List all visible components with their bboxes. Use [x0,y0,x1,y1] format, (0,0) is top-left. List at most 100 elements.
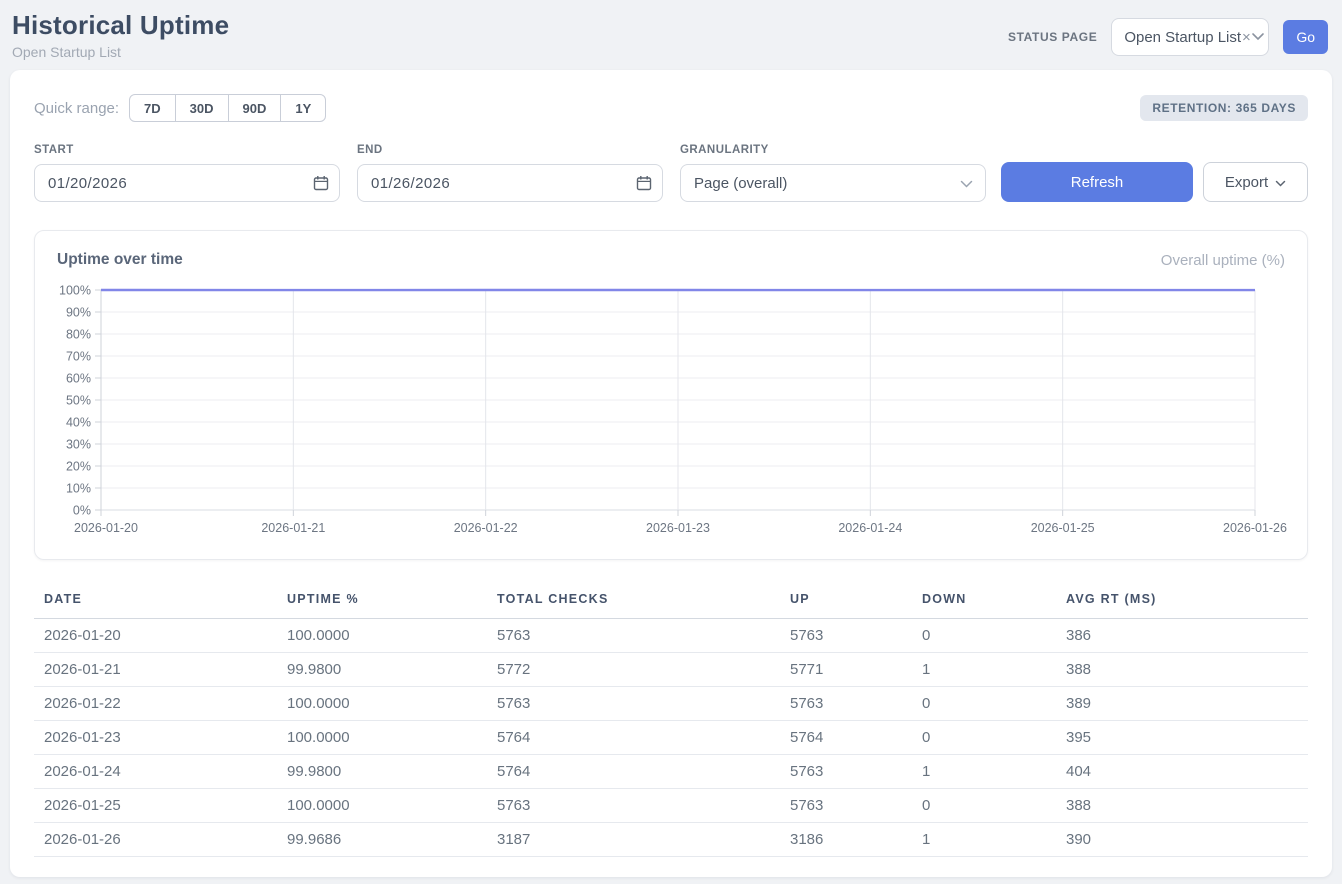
svg-text:50%: 50% [66,394,91,408]
svg-text:80%: 80% [66,328,91,342]
table-cell: 404 [1056,755,1308,789]
svg-text:2026-01-22: 2026-01-22 [454,521,518,535]
svg-text:30%: 30% [66,438,91,452]
table-cell: 390 [1056,823,1308,857]
svg-text:2026-01-20: 2026-01-20 [74,521,138,535]
table-cell: 0 [912,619,1056,653]
quick-range-7d-button[interactable]: 7D [129,94,176,122]
header-titles: Historical Uptime Open Startup List [12,10,229,60]
refresh-button[interactable]: Refresh [1001,162,1193,202]
table-cell: 0 [912,789,1056,823]
chart-legend: Overall uptime (%) [1161,252,1285,269]
table-row: 2026-01-22100.0000576357630389 [34,687,1308,721]
table-cell: 388 [1056,789,1308,823]
table-cell: 100.0000 [277,687,487,721]
table-cell: 5764 [780,721,912,755]
table-cell: 2026-01-23 [34,721,277,755]
start-date-field: START [34,144,340,202]
quick-range-row: Quick range: 7D 30D 90D 1Y RETENTION: 36… [34,94,1308,122]
svg-text:40%: 40% [66,416,91,430]
end-date-label: END [357,144,663,156]
table-cell: 99.9686 [277,823,487,857]
table-cell: 2026-01-21 [34,653,277,687]
table-cell: 5763 [487,619,780,653]
table-cell: 100.0000 [277,789,487,823]
start-date-label: START [34,144,340,156]
svg-text:100%: 100% [59,284,91,298]
table-cell: 2026-01-26 [34,823,277,857]
table-cell: 1 [912,653,1056,687]
table-row: 2026-01-2499.9800576457631404 [34,755,1308,789]
table-cell: 5763 [780,619,912,653]
quick-range-group: Quick range: 7D 30D 90D 1Y [34,94,326,122]
table-cell: 5772 [487,653,780,687]
table-cell: 2026-01-24 [34,755,277,789]
status-page-select[interactable]: Open Startup List × [1111,18,1269,56]
table-row: 2026-01-23100.0000576457640395 [34,721,1308,755]
quick-range-1y-button[interactable]: 1Y [280,94,326,122]
chevron-down-icon [960,175,973,192]
table-cell: 395 [1056,721,1308,755]
granularity-selected-value: Page (overall) [694,175,787,192]
table-cell: 100.0000 [277,721,487,755]
table-cell: 99.9800 [277,755,487,789]
quick-range-90d-button[interactable]: 90D [228,94,282,122]
table-cell: 5763 [487,789,780,823]
go-button[interactable]: Go [1283,20,1328,54]
start-date-input[interactable] [34,164,340,202]
svg-text:2026-01-21: 2026-01-21 [261,521,325,535]
clear-icon[interactable]: × [1242,29,1251,46]
uptime-table-body: 2026-01-20100.00005763576303862026-01-21… [34,619,1308,857]
status-page-controls: STATUS PAGE Open Startup List × Go [1008,18,1328,56]
svg-text:70%: 70% [66,350,91,364]
svg-text:2026-01-26: 2026-01-26 [1223,521,1287,535]
granularity-select[interactable]: Page (overall) [680,164,986,202]
page-header: Historical Uptime Open Startup List STAT… [0,0,1342,60]
table-cell: 0 [912,721,1056,755]
table-cell: 388 [1056,653,1308,687]
table-row: 2026-01-2699.9686318731861390 [34,823,1308,857]
column-header-total-checks: TOTAL CHECKS [487,584,780,619]
chevron-down-icon [1275,174,1286,191]
main-panel: Quick range: 7D 30D 90D 1Y RETENTION: 36… [10,70,1332,877]
table-cell: 389 [1056,687,1308,721]
column-header-avg-rt: AVG RT (MS) [1056,584,1308,619]
page-subtitle: Open Startup List [12,44,229,60]
table-cell: 2026-01-25 [34,789,277,823]
granularity-field: GRANULARITY Page (overall) [680,144,986,202]
svg-text:2026-01-23: 2026-01-23 [646,521,710,535]
chevron-down-icon [1251,28,1265,46]
calendar-icon[interactable] [313,175,329,196]
svg-text:0%: 0% [73,504,91,518]
column-header-uptime: UPTIME % [277,584,487,619]
table-cell: 1 [912,755,1056,789]
svg-text:2026-01-25: 2026-01-25 [1031,521,1095,535]
uptime-chart: 0%10%20%30%40%50%60%70%80%90%100%2026-01… [57,279,1287,543]
column-header-up: UP [780,584,912,619]
table-cell: 99.9800 [277,653,487,687]
svg-text:90%: 90% [66,306,91,320]
table-cell: 5764 [487,755,780,789]
table-cell: 2026-01-20 [34,619,277,653]
column-header-down: DOWN [912,584,1056,619]
table-cell: 2026-01-22 [34,687,277,721]
chart-title: Uptime over time [57,251,183,269]
page-title: Historical Uptime [12,10,229,41]
export-button[interactable]: Export [1203,162,1308,202]
granularity-label: GRANULARITY [680,144,986,156]
svg-text:10%: 10% [66,482,91,496]
filter-form-row: START END GRANULARITY Page (overall) [34,144,1308,202]
table-cell: 5763 [487,687,780,721]
table-row: 2026-01-25100.0000576357630388 [34,789,1308,823]
end-date-input[interactable] [357,164,663,202]
quick-range-label: Quick range: [34,100,119,117]
table-cell: 5763 [780,789,912,823]
end-date-field: END [357,144,663,202]
quick-range-30d-button[interactable]: 30D [175,94,229,122]
table-cell: 3186 [780,823,912,857]
table-row: 2026-01-20100.0000576357630386 [34,619,1308,653]
quick-range-buttons: 7D 30D 90D 1Y [129,94,326,122]
chart-header: Uptime over time Overall uptime (%) [57,251,1285,269]
export-button-label: Export [1225,174,1268,191]
calendar-icon[interactable] [636,175,652,196]
